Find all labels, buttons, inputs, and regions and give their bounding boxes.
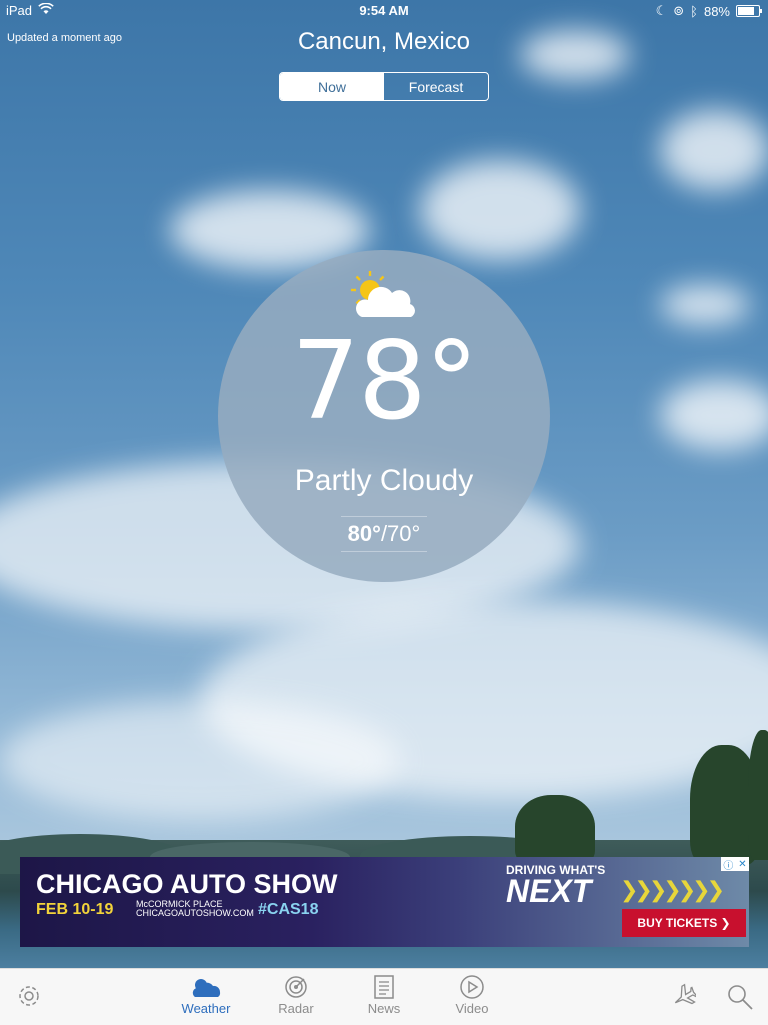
close-icon[interactable]: ✕ [738,859,746,870]
battery-icon [736,5,762,17]
tab-forecast[interactable]: Forecast [384,73,488,100]
high-temperature: 80° [347,521,381,546]
low-temperature: /70° [380,521,421,546]
bottom-tab-bar: Weather Radar News Video [0,968,768,1025]
ad-dates: FEB 10-19 [36,901,114,918]
status-time: 9:54 AM [359,3,409,18]
view-toggle: Now Forecast [279,72,489,101]
current-temperature: 78° [291,319,478,444]
tab-radar[interactable]: Radar [256,975,336,1016]
tab-video[interactable]: Video [432,975,512,1016]
buy-tickets-button[interactable]: BUY TICKETS ❯ [622,909,746,937]
battery-percent: 88% [703,3,730,19]
lock-rotation-icon: ⊚ [673,3,685,18]
ad-venue-line2: CHICAGOAUTOSHOW.COM [136,908,254,918]
ad-title: CHICAGO AUTO SHOW [36,869,338,899]
moon-icon: ☾ [655,3,668,18]
partly-cloudy-icon [351,271,415,317]
ad-choices-icon[interactable]: ⓘ [723,857,733,872]
ad-controls: ⓘ ✕ [721,857,749,872]
tab-weather[interactable]: Weather [166,975,246,1016]
tab-now[interactable]: Now [280,73,384,100]
ad-hashtag: #CAS18 [258,901,319,918]
video-icon [460,975,484,999]
news-icon [374,975,394,999]
city-title[interactable]: Cancun, Mexico [0,28,768,56]
ad-banner[interactable]: CHICAGO AUTO SHOW FEB 10-19 McCORMICK PL… [20,857,749,947]
tab-video-label: Video [455,1001,489,1016]
condition-text: Partly Cloudy [294,464,474,497]
tab-weather-label: Weather [181,1001,231,1016]
airplane-icon[interactable] [670,983,698,1014]
high-low-temperature: 80°/70° [341,516,427,552]
ad-headline: NEXT [506,873,592,909]
radar-icon [285,976,307,998]
settings-icon[interactable] [16,983,42,1014]
tab-news-label: News [367,1001,401,1016]
ad-chevrons: ❯❯❯❯❯❯❯ [620,877,725,902]
tab-news[interactable]: News [344,975,424,1016]
ad-venue: McCORMICK PLACE CHICAGOAUTOSHOW.COM [136,900,256,918]
search-icon[interactable] [726,983,754,1016]
tab-radar-label: Radar [278,1001,314,1016]
bluetooth-icon: ᛒ [690,3,698,19]
status-bar: iPad 9:54 AM ☾ ⊚ ᛒ 88% [0,0,768,22]
current-conditions-card[interactable]: 78° Partly Cloudy 80°/70° [218,250,550,582]
weather-icon [192,979,221,997]
